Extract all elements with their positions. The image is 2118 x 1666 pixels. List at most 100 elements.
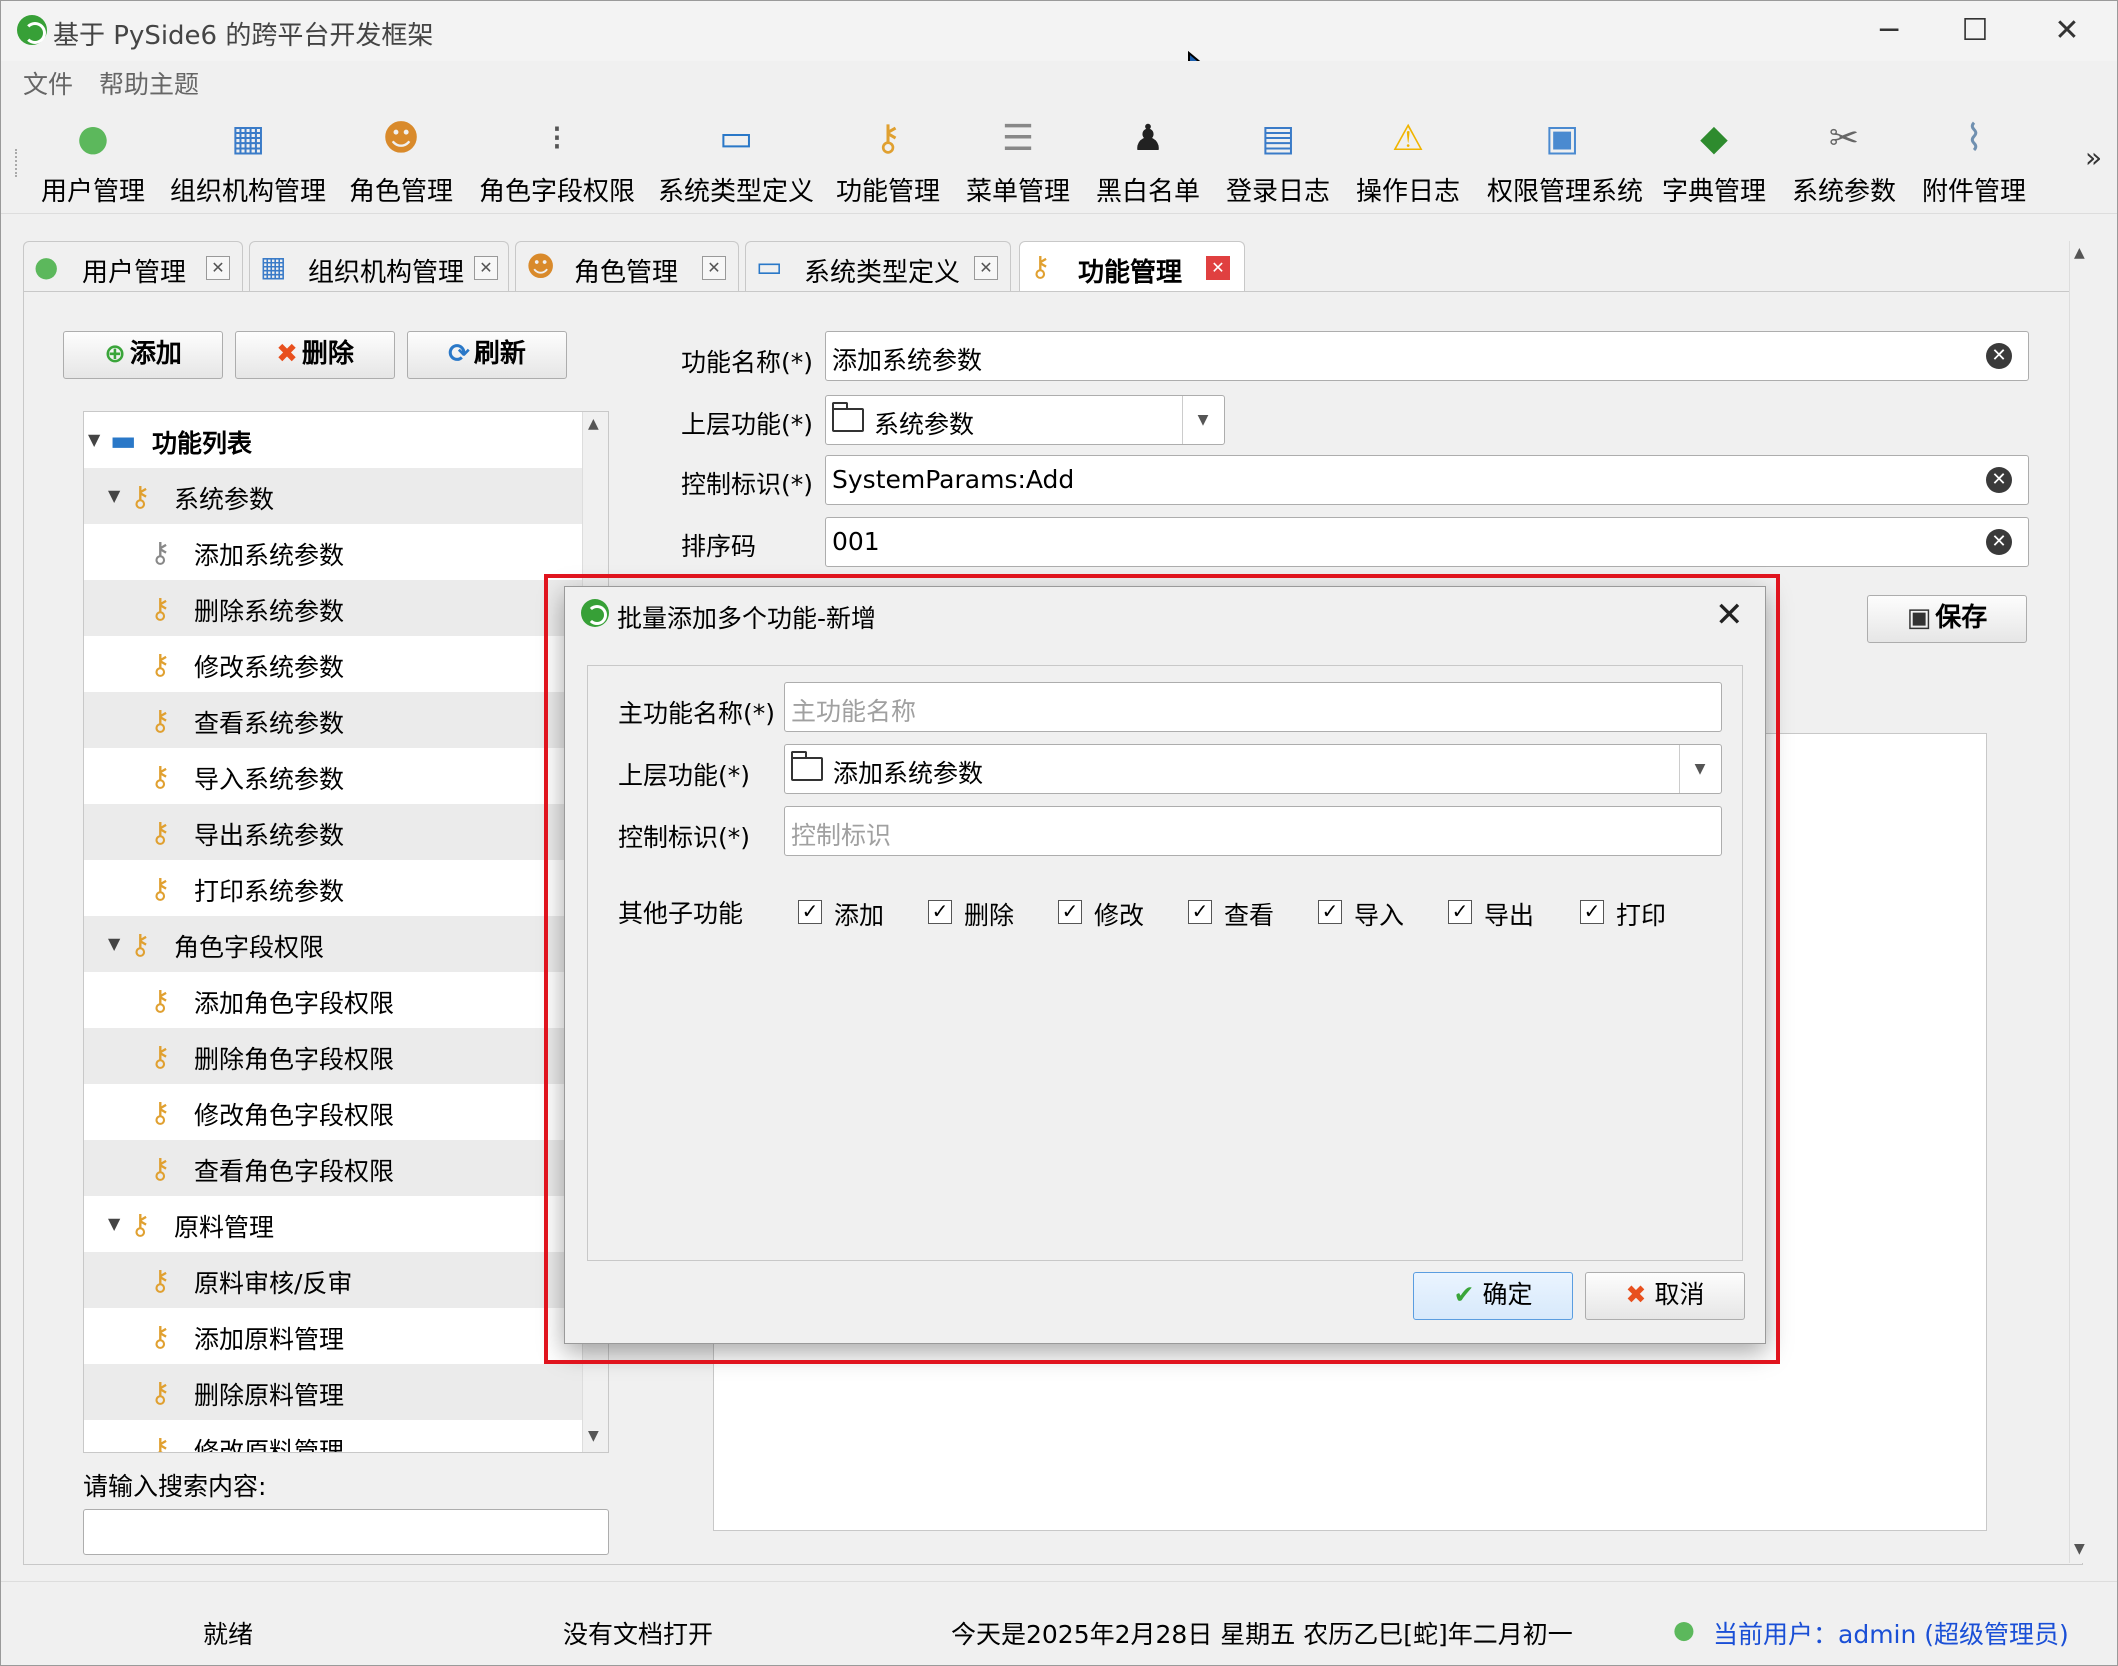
- control-id-input[interactable]: SystemParams:Add ✕: [825, 455, 2029, 505]
- tab-close-icon[interactable]: ✕: [702, 256, 726, 280]
- status-document: 没有文档打开: [563, 1620, 714, 1649]
- scroll-down-icon[interactable]: ▼: [588, 1428, 599, 1444]
- toolbar-login-log[interactable]: ▤ 登录日志: [1225, 113, 1331, 213]
- toolbar-dictionary[interactable]: ◆ 字典管理: [1661, 113, 1767, 213]
- status-current-user[interactable]: 当前用户：admin (超级管理员): [1713, 1615, 2069, 1651]
- clear-icon[interactable]: ✕: [1986, 529, 2012, 555]
- toolbar-grip[interactable]: [15, 149, 21, 177]
- tree-item[interactable]: ⚷ 添加系统参数: [84, 524, 582, 580]
- toolbar-role-field-permission[interactable]: ⁝ 角色字段权限: [479, 113, 635, 213]
- tree-item-label: 删除角色字段权限: [194, 1045, 395, 1074]
- expand-arrow-icon[interactable]: ▼: [108, 486, 120, 505]
- tab-label: 角色管理: [574, 258, 679, 288]
- tree-root[interactable]: ▼ ▬ 功能列表: [84, 412, 582, 468]
- tab-close-icon[interactable]: ✕: [1206, 256, 1230, 280]
- search-input[interactable]: [83, 1509, 609, 1555]
- keys-icon: ⚷: [150, 1432, 171, 1453]
- tree-item[interactable]: ⚷ 导出系统参数: [84, 804, 582, 860]
- tab-close-icon[interactable]: ✕: [974, 256, 998, 280]
- order-code-label: 排序码: [681, 532, 757, 561]
- close-window-button[interactable]: ✕: [2037, 9, 2097, 53]
- status-ready: 就绪: [203, 1620, 254, 1649]
- toolbar-role-management[interactable]: ☻ 角色管理: [345, 113, 457, 213]
- tree-item[interactable]: ⚷ 修改系统参数: [84, 636, 582, 692]
- function-name-value: 添加系统参数: [832, 346, 983, 375]
- tree-item[interactable]: ⚷ 打印系统参数: [84, 860, 582, 916]
- tree-item-label: 添加角色字段权限: [194, 989, 395, 1018]
- tree-item[interactable]: ⚷ 修改角色字段权限: [84, 1084, 582, 1140]
- clear-icon[interactable]: ✕: [1986, 343, 2012, 369]
- tree-item[interactable]: ⚷ 查看角色字段权限: [84, 1140, 582, 1196]
- scroll-down-icon[interactable]: ▼: [2074, 1541, 2085, 1557]
- delete-button[interactable]: ✖ 删除: [235, 331, 395, 379]
- computers-icon: ▣: [1544, 118, 1579, 159]
- tab-org-management[interactable]: ▦ 组织机构管理 ✕: [249, 241, 509, 292]
- scroll-up-icon[interactable]: ▲: [2074, 245, 2085, 261]
- tree-group[interactable]: ▼ ⚷ 角色字段权限: [84, 916, 582, 972]
- tree-item[interactable]: ⚷ 添加原料管理: [84, 1308, 582, 1364]
- save-button[interactable]: ▣ 保存: [1867, 595, 2027, 643]
- search-label: 请输入搜索内容:: [83, 1472, 267, 1501]
- add-button-label: 添加: [129, 339, 182, 369]
- chevron-down-icon[interactable]: ▼: [1182, 396, 1223, 444]
- expand-arrow-icon[interactable]: ▼: [108, 934, 120, 953]
- tree-group[interactable]: ▼ ⚷ 原料管理: [84, 1196, 582, 1252]
- book-icon: ◆: [1700, 118, 1728, 159]
- tree-item[interactable]: ⚷ 原料审核/反审: [84, 1252, 582, 1308]
- expand-arrow-icon[interactable]: ▼: [88, 430, 100, 449]
- content-scrollbar[interactable]: ▲ ▼: [2069, 241, 2096, 1563]
- toolbar-org-management[interactable]: ▦ 组织机构管理: [169, 113, 327, 213]
- tree-item[interactable]: ⚷ 导入系统参数: [84, 748, 582, 804]
- toolbar-label: 登录日志: [1225, 177, 1330, 207]
- tab-close-icon[interactable]: ✕: [206, 256, 230, 280]
- toolbar-permission-system[interactable]: ▣ 权限管理系统: [1487, 113, 1643, 213]
- parent-function-combo[interactable]: 系统参数 ▼: [825, 395, 1225, 445]
- function-name-input[interactable]: 添加系统参数 ✕: [825, 331, 2029, 381]
- refresh-button[interactable]: ⟳ 刷新: [407, 331, 567, 379]
- toolbar-black-white-list[interactable]: ♟ 黑白名单: [1095, 113, 1201, 213]
- keys-icon: ⚷: [150, 872, 171, 905]
- menu-file[interactable]: 文件: [23, 65, 73, 101]
- toolbar-user-management[interactable]: ● 用户管理: [37, 113, 149, 213]
- tree-group[interactable]: ▼ ⚷ 系统参数: [84, 468, 582, 524]
- scroll-up-icon[interactable]: ▲: [588, 416, 599, 432]
- order-code-input[interactable]: 001 ✕: [825, 517, 2029, 567]
- toolbar-label: 字典管理: [1661, 177, 1766, 207]
- keys-icon: ⚷: [130, 480, 151, 513]
- control-id-label: 控制标识(*): [681, 470, 814, 499]
- users-group-icon: ☻: [382, 118, 420, 159]
- maximize-button[interactable]: ☐: [1945, 9, 2005, 53]
- toolbar-label: 附件管理: [1921, 177, 2026, 207]
- menu-help[interactable]: 帮助主题: [99, 65, 199, 101]
- monitor-icon: ▭: [756, 250, 783, 283]
- parent-function-value: 系统参数: [874, 410, 975, 439]
- tree-item[interactable]: ⚷ 删除角色字段权限: [84, 1028, 582, 1084]
- save-button-label: 保存: [1935, 603, 1988, 633]
- expand-arrow-icon[interactable]: ▼: [108, 1214, 120, 1233]
- clear-icon[interactable]: ✕: [1986, 467, 2012, 493]
- toolbar-label: 角色管理: [348, 177, 453, 207]
- tree-item[interactable]: ⚷ 删除系统参数: [84, 580, 582, 636]
- toolbar-system-type[interactable]: ▭ 系统类型定义: [657, 113, 815, 213]
- toolbar-operation-log[interactable]: ⚠ 操作日志: [1355, 113, 1461, 213]
- tree-item[interactable]: ⚷ 查看系统参数: [84, 692, 582, 748]
- toolbar-label: 黑白名单: [1095, 177, 1200, 207]
- tab-function-management[interactable]: ⚷ 功能管理 ✕: [1019, 241, 1245, 294]
- toolbar-attachments[interactable]: ⌇ 附件管理: [1921, 113, 2027, 213]
- toolbar-function-management[interactable]: ⚷ 功能管理: [835, 113, 941, 213]
- toolbar-menu-management[interactable]: ☰ 菜单管理: [965, 113, 1071, 213]
- tab-role-management[interactable]: ☻ 角色管理 ✕: [515, 241, 739, 292]
- minimize-button[interactable]: ─: [1859, 9, 1919, 53]
- tree-item[interactable]: ⚷ 删除原料管理: [84, 1364, 582, 1420]
- tab-close-icon[interactable]: ✕: [474, 256, 498, 280]
- tab-system-type[interactable]: ▭ 系统类型定义 ✕: [745, 241, 1011, 292]
- add-button[interactable]: ⊕ 添加: [63, 331, 223, 379]
- tools-icon: ✂: [1828, 118, 1860, 159]
- tree-item[interactable]: ⚷ 添加角色字段权限: [84, 972, 582, 1028]
- tree-item-label: 删除原料管理: [194, 1381, 345, 1410]
- tree-item[interactable]: ⚷ 修改原料管理: [84, 1420, 582, 1453]
- function-tree[interactable]: ▼ ▬ 功能列表 ▼ ⚷ 系统参数 ⚷ 添加系统参数 ⚷ 删除系统参数 ⚷ 修改系统参数 ⚷ 查看系…: [83, 411, 609, 1453]
- tab-user-management[interactable]: ● 用户管理 ✕: [23, 241, 243, 292]
- toolbar-more-icon[interactable]: »: [2085, 141, 2102, 174]
- toolbar-system-params[interactable]: ✂ 系统参数: [1791, 113, 1897, 213]
